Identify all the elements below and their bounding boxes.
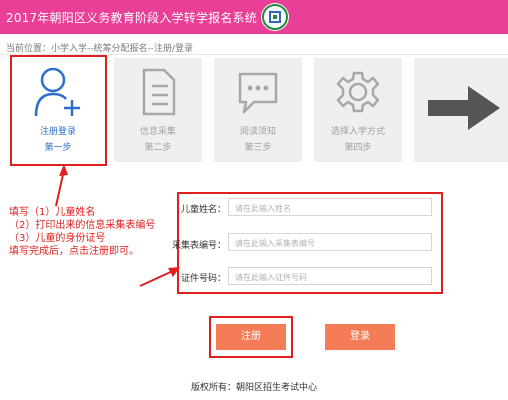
- child-name-label: 儿童姓名：: [180, 205, 226, 215]
- form-number-label: 采集表编号：: [171, 241, 226, 251]
- id-number-input[interactable]: 请在此输入证件号码: [228, 267, 432, 285]
- child-name-input[interactable]: 请在此输入姓名: [228, 198, 432, 216]
- form-number-input[interactable]: 请在此输入采集表编号: [228, 233, 432, 251]
- instruction-line: （3）儿童的身份证号: [9, 233, 106, 244]
- login-button[interactable]: 登录: [325, 324, 395, 350]
- footer-copyright: 版权所有：朝阳区招生考试中心: [190, 383, 317, 393]
- register-button[interactable]: 注册: [216, 324, 286, 350]
- instruction-line: 填写完成后，点击注册即可。: [9, 246, 139, 257]
- id-number-label: 证件号码：: [180, 274, 226, 284]
- instruction-text: 填写（1）儿童姓名 （2）打印出来的信息采集表编号 （3）儿童的身份证号 填写完…: [9, 206, 155, 258]
- instruction-line: （2）打印出来的信息采集表编号: [9, 220, 156, 231]
- instruction-line: 填写（1）儿童姓名: [9, 207, 96, 218]
